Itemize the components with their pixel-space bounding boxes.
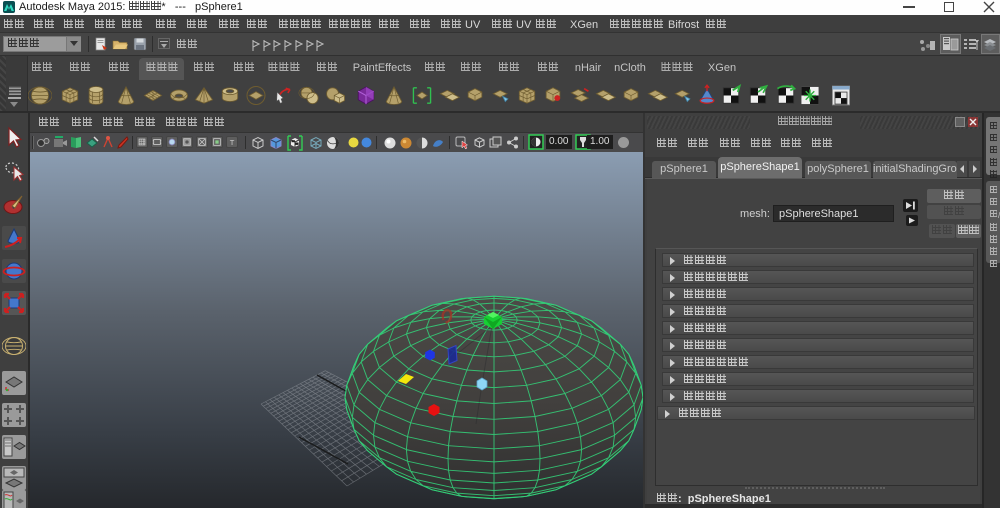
svg-text:T: T	[230, 138, 235, 147]
